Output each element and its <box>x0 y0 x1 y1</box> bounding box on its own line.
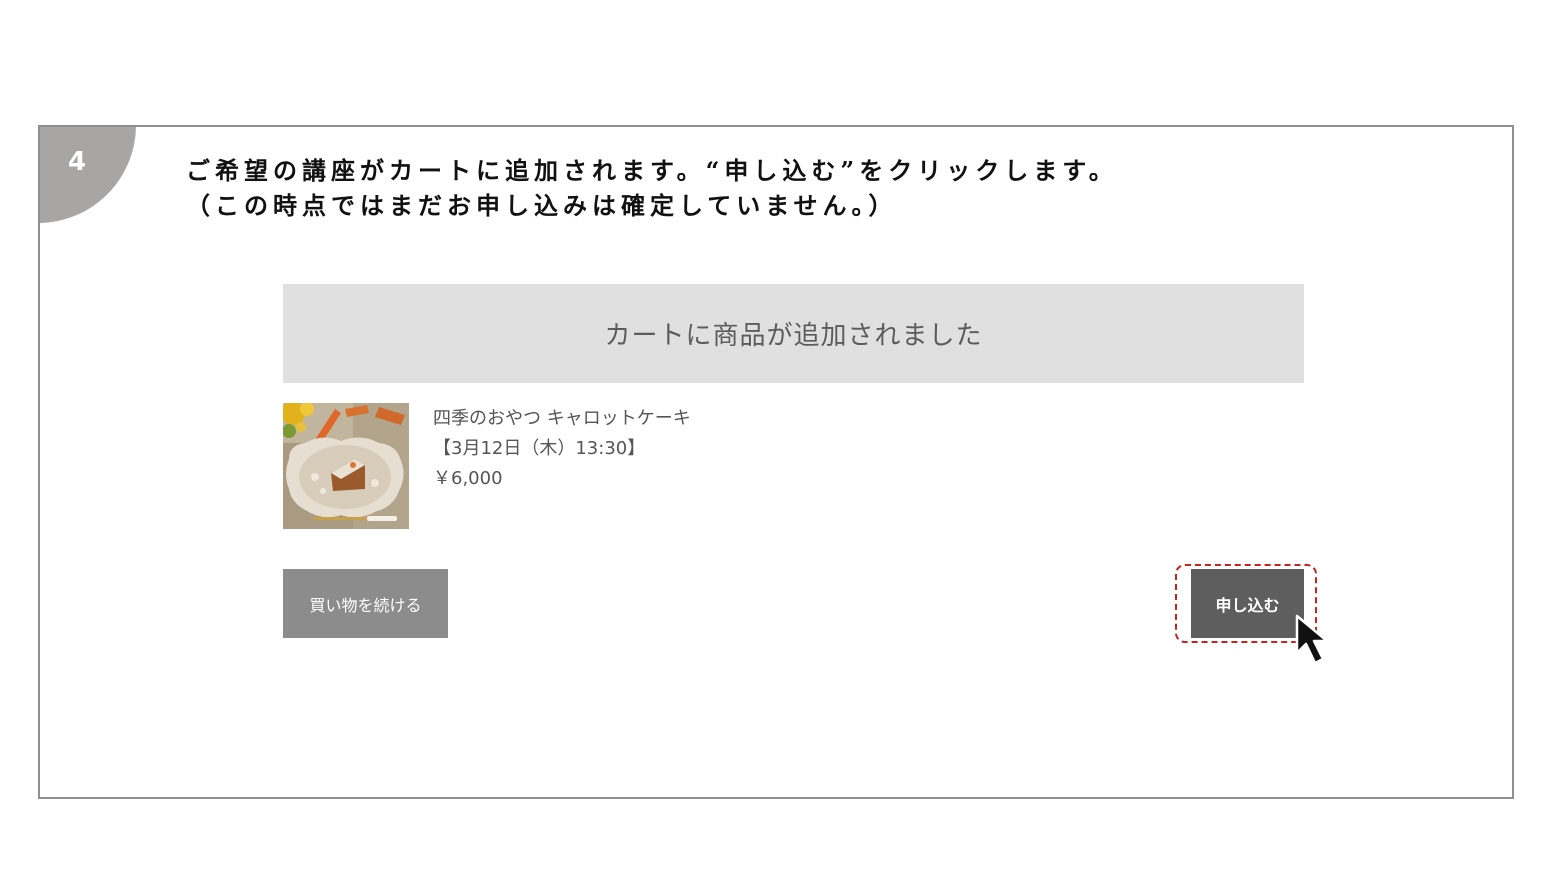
instruction-line-2: （この時点ではまだお申し込みは確定していません。） <box>186 191 898 220</box>
mouse-pointer-icon <box>1295 614 1329 665</box>
continue-shopping-button[interactable]: 買い物を続ける <box>283 569 448 638</box>
product-price: ￥6,000 <box>433 468 503 489</box>
step-badge: 4 <box>40 127 136 223</box>
product-info: 四季のおやつ キャロットケーキ 【3月12日（木）13:30】 ￥6,000 <box>433 404 691 494</box>
cart-added-banner: カートに商品が追加されました <box>283 284 1304 383</box>
instruction-line-1: ご希望の講座がカートに追加されます。“申し込む”をクリックします。 <box>186 156 1118 185</box>
product-thumbnail <box>283 403 409 529</box>
product-name: 四季のおやつ キャロットケーキ <box>433 408 691 429</box>
continue-shopping-label: 買い物を続ける <box>309 595 422 615</box>
product-schedule: 【3月12日（木）13:30】 <box>433 438 646 459</box>
carrot-cake-photo-icon <box>283 403 409 529</box>
apply-button-label: 申し込む <box>1215 595 1280 615</box>
tutorial-step-frame: 4 ご希望の講座がカートに追加されます。“申し込む”をクリックします。 （この時… <box>38 125 1514 799</box>
step-number: 4 <box>68 147 87 177</box>
cart-added-message: カートに商品が追加されました <box>604 321 983 351</box>
apply-button[interactable]: 申し込む <box>1191 569 1304 638</box>
step-instructions: ご希望の講座がカートに追加されます。“申し込む”をクリックします。 （この時点で… <box>186 153 1118 223</box>
